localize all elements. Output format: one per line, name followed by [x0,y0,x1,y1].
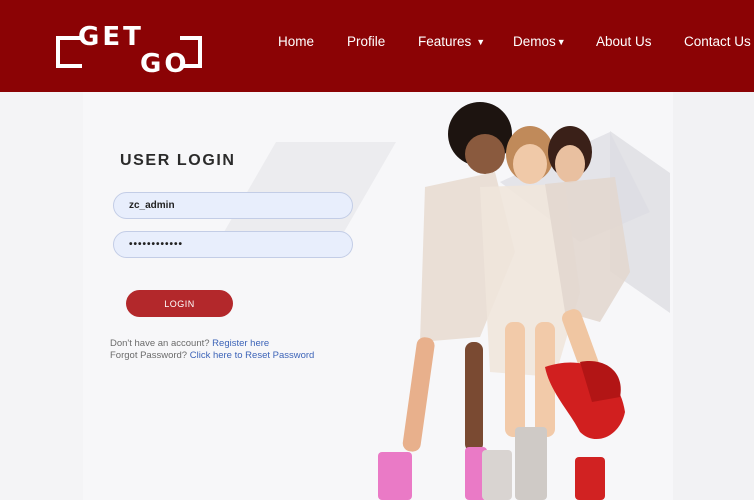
nav-about-us[interactable]: About Us [596,34,652,49]
nav-demos-label: Demos [513,34,556,49]
nav-contact-us[interactable]: Contact Us [684,34,751,49]
nav-demos[interactable]: Demos▼ [513,34,566,49]
chevron-down-icon: ▼ [476,37,486,47]
nav-features[interactable]: Features ▼ [418,34,485,49]
logo-text-bottom: GO [140,49,190,79]
password-field[interactable] [113,231,353,258]
forgot-prefix: Forgot Password? [110,350,188,361]
nav-home[interactable]: Home [278,34,314,49]
logo-text-top: GET [78,22,144,52]
get-go-logo[interactable]: GET GO [56,22,202,79]
login-button[interactable]: LOGIN [126,290,233,317]
left-background [0,92,83,500]
register-line: Don't have an account? Register here [110,338,269,349]
site-header: GET GO Home Profile Features ▼ Demos▼ Abo… [0,0,754,92]
forgot-password-line: Forgot Password? Click here to Reset Pas… [110,350,314,361]
reset-password-link[interactable]: Click here to Reset Password [190,350,315,361]
register-link[interactable]: Register here [212,338,269,349]
chevron-down-icon: ▼ [556,37,566,47]
register-prefix: Don't have an account? [110,338,210,349]
username-field[interactable] [113,192,353,219]
hero-people-image [378,102,650,500]
login-title: USER LOGIN [120,152,236,169]
hero-section: USER LOGIN LOGIN Don't have an account? … [0,92,754,500]
nav-profile[interactable]: Profile [347,34,385,49]
right-background [673,92,754,500]
nav-features-label: Features [418,34,472,49]
